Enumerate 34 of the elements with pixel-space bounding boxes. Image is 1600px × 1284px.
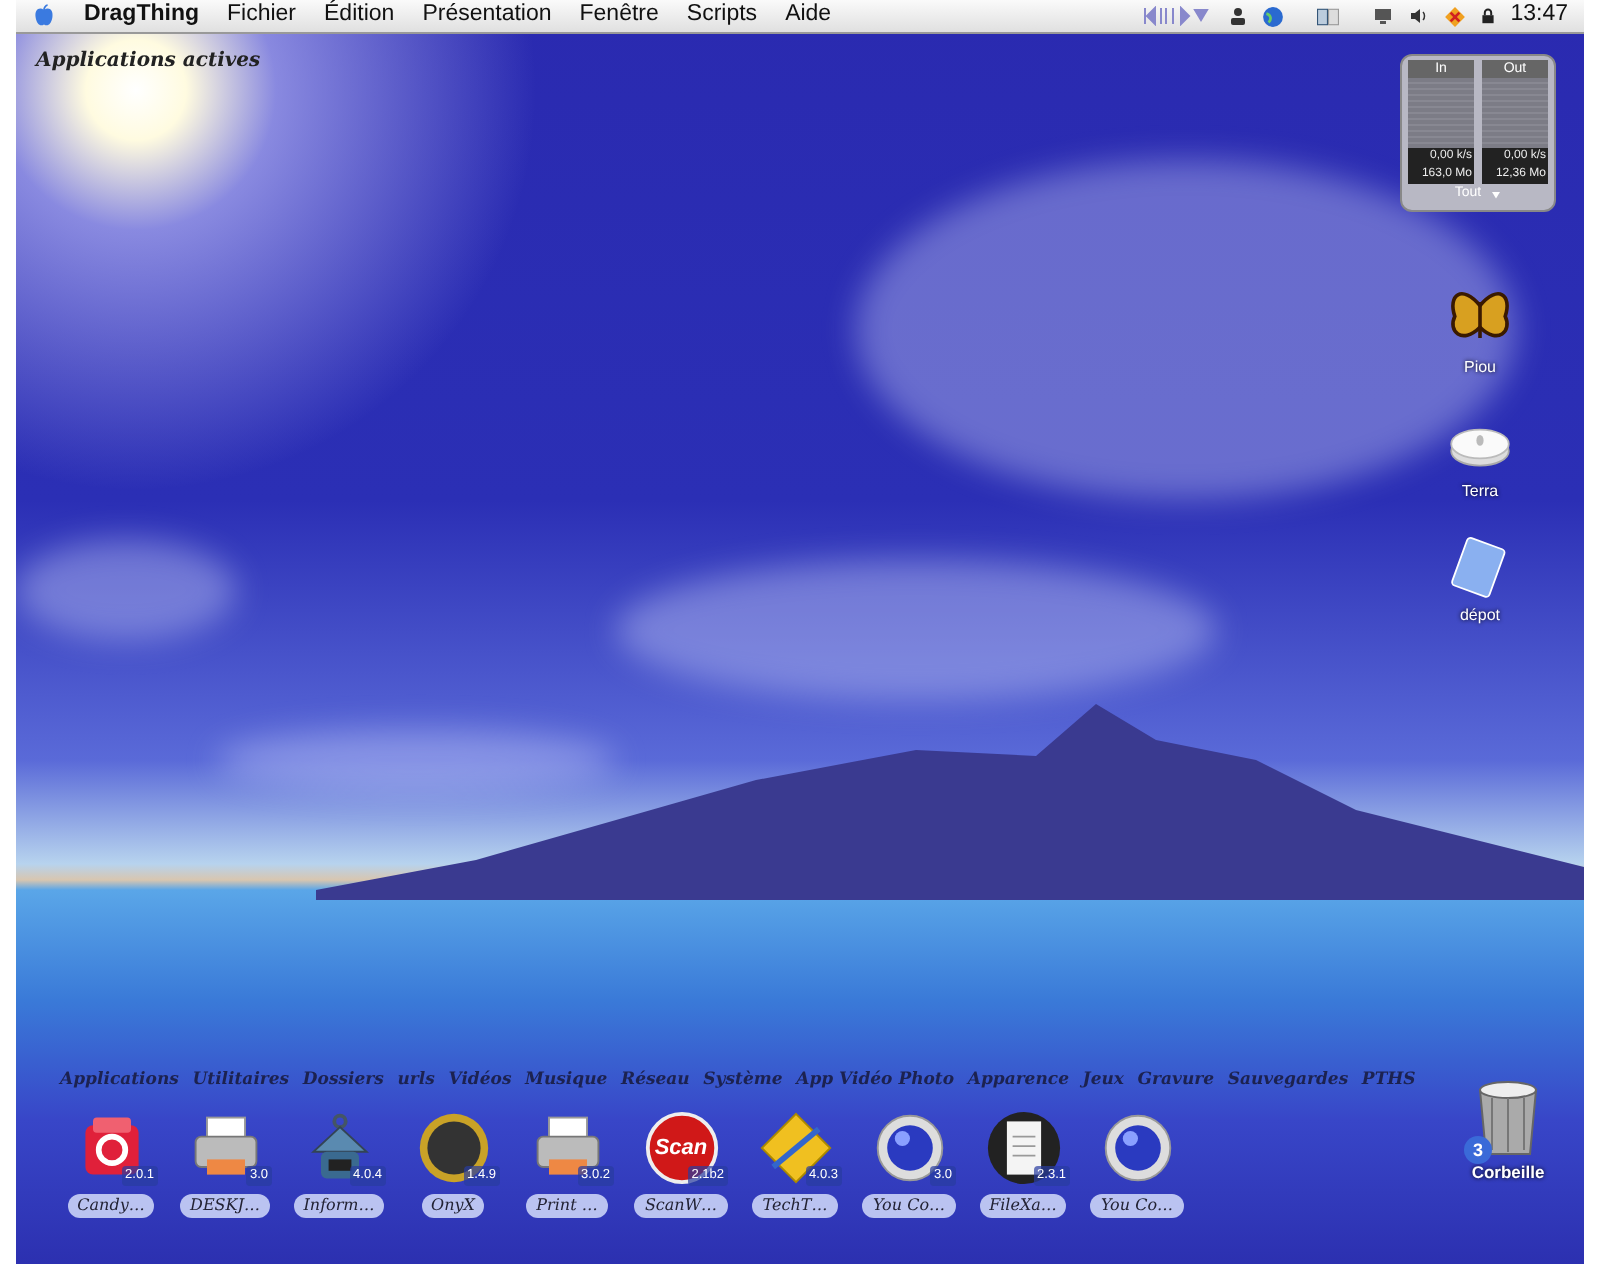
display-icon [1372,6,1395,26]
app-label[interactable]: Candy… [67,1193,155,1218]
menu-item[interactable]: Fichier [227,0,297,34]
icon-label[interactable]: Terra [1461,480,1499,504]
menu-item[interactable]: Édition [324,0,395,34]
volume-icon [1408,6,1431,26]
caret-icon [1489,189,1502,200]
app-label[interactable]: You Co… [1090,1193,1184,1218]
app-label[interactable]: TechT… [752,1193,838,1218]
app-label[interactable]: You Co… [862,1193,956,1218]
icon-label[interactable]: dépot [1459,604,1501,628]
trash-label[interactable]: Corbeille [1471,1160,1545,1186]
menu-item[interactable]: Présentation [422,0,552,34]
dock-title: Applications actives [32,48,263,76]
apple-icon [32,4,56,28]
menu-item[interactable]: Scripts [686,0,758,34]
app-label[interactable]: ScanW… [634,1193,728,1218]
app-label[interactable]: Print … [526,1193,608,1218]
app-label[interactable]: OnyX [421,1193,485,1218]
lock-icon [1480,6,1497,26]
globe-icon [1262,5,1285,27]
app-menu[interactable]: DragThing [84,0,199,34]
user-icon [1228,6,1249,26]
sphere-icon[interactable] [1099,1109,1175,1186]
item-count: 3 [1464,1136,1492,1164]
clock: 13:47 [1510,0,1568,31]
icon-label[interactable]: Piou [1463,356,1496,380]
menu-item[interactable]: Aide [785,0,832,34]
app-label[interactable]: DESKJ… [180,1193,270,1218]
menu-item[interactable]: Fenêtre [579,0,659,34]
icon-text: Scan [652,1133,710,1164]
app-label[interactable]: Inform… [293,1193,385,1218]
app-label[interactable]: FileXa… [979,1193,1067,1218]
warning-diamond-icon [1444,5,1467,27]
